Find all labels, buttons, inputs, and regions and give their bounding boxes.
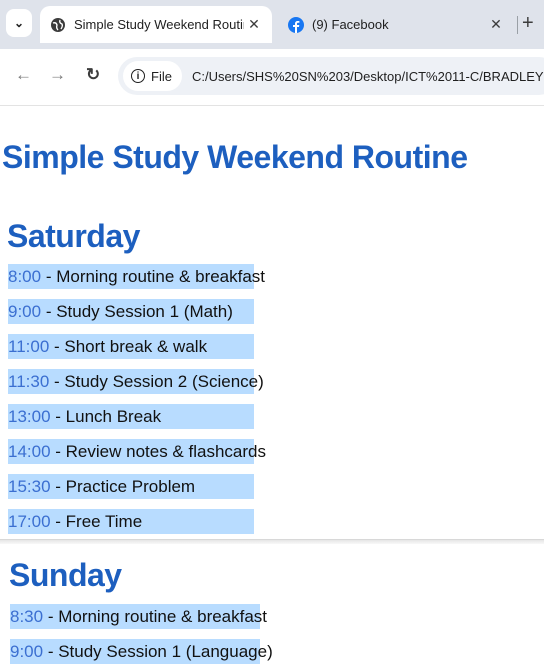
list-item: 8:30 - Morning routine & breakfast xyxy=(10,604,267,629)
page-title: Simple Study Weekend Routine xyxy=(2,139,468,175)
list-item: 17:00 - Free Time xyxy=(8,509,254,534)
list-item: 13:00 - Lunch Break xyxy=(8,404,254,429)
item-time: 9:00 xyxy=(10,642,44,661)
section-divider xyxy=(0,539,544,544)
item-time: 9:00 xyxy=(8,302,42,321)
item-time: 15:30 xyxy=(8,477,51,496)
reload-icon[interactable]: ↻ xyxy=(86,65,100,85)
item-time: 11:00 xyxy=(8,337,50,356)
item-activity: Free Time xyxy=(65,512,143,531)
item-activity: Study Session 2 (Science) xyxy=(64,372,264,391)
list-item: 15:30 - Practice Problem xyxy=(8,474,254,499)
back-arrow-icon[interactable]: ← xyxy=(15,65,32,85)
tab-separator xyxy=(517,16,518,34)
item-time: 17:00 xyxy=(8,512,51,531)
globe-icon xyxy=(50,17,66,33)
item-time: 8:00 xyxy=(8,267,42,286)
tab-strip: ⌄ Simple Study Weekend Routine ✕ (9) Fac… xyxy=(0,0,544,49)
item-activity: Short break & walk xyxy=(64,337,208,356)
url-text[interactable]: C:/Users/SHS%20SN%203/Desktop/ICT%2011-C… xyxy=(192,69,544,84)
item-time: 11:30 xyxy=(8,372,50,391)
tab-search-button[interactable]: ⌄ xyxy=(6,9,32,37)
item-time: 8:30 xyxy=(10,607,44,626)
list-item: 9:00 - Study Session 1 (Math) xyxy=(8,299,254,324)
forward-arrow-icon[interactable]: → xyxy=(49,65,66,85)
list-item: 9:00 - Study Session 1 (Language) xyxy=(10,639,273,664)
address-bar[interactable]: i File C:/Users/SHS%20SN%203/Desktop/ICT… xyxy=(118,57,544,95)
site-info-chip[interactable]: i File xyxy=(123,61,182,91)
sunday-heading: Sunday xyxy=(9,557,122,593)
chevron-down-icon: ⌄ xyxy=(13,16,25,30)
close-tab-icon[interactable]: ✕ xyxy=(244,16,264,33)
item-activity: Morning routine & breakfast xyxy=(56,267,266,286)
tab-facebook[interactable]: (9) Facebook ✕ xyxy=(278,6,514,43)
chip-label: File xyxy=(151,68,172,84)
info-icon: i xyxy=(131,69,145,83)
saturday-heading: Saturday xyxy=(7,218,140,254)
item-time: 13:00 xyxy=(8,407,51,426)
new-tab-icon[interactable]: + xyxy=(522,12,534,34)
facebook-icon xyxy=(288,16,304,33)
item-time: 14:00 xyxy=(8,442,51,461)
item-activity: Review notes & flashcards xyxy=(65,442,266,461)
list-item: 11:30 - Study Session 2 (Science) xyxy=(8,369,264,394)
tab-title: (9) Facebook xyxy=(312,17,389,32)
item-activity: Lunch Break xyxy=(65,407,162,426)
item-activity: Practice Problem xyxy=(65,477,196,496)
list-item: 8:00 - Morning routine & breakfast xyxy=(8,264,265,289)
item-activity: Study Session 1 (Math) xyxy=(56,302,233,321)
list-item: 14:00 - Review notes & flashcards xyxy=(8,439,266,464)
browser-toolbar: ← → ↻ i File C:/Users/SHS%20SN%203/Deskt… xyxy=(0,49,544,106)
tab-title: Simple Study Weekend Routine xyxy=(74,17,244,32)
item-activity: Study Session 1 (Language) xyxy=(58,642,273,661)
list-item: 11:00 - Short break & walk xyxy=(8,334,254,359)
tab-simple-study[interactable]: Simple Study Weekend Routine ✕ xyxy=(40,6,272,43)
close-tab-icon[interactable]: ✕ xyxy=(486,16,506,33)
page-content: Simple Study Weekend Routine Saturday 8:… xyxy=(0,106,544,671)
item-activity: Morning routine & breakfast xyxy=(58,607,268,626)
